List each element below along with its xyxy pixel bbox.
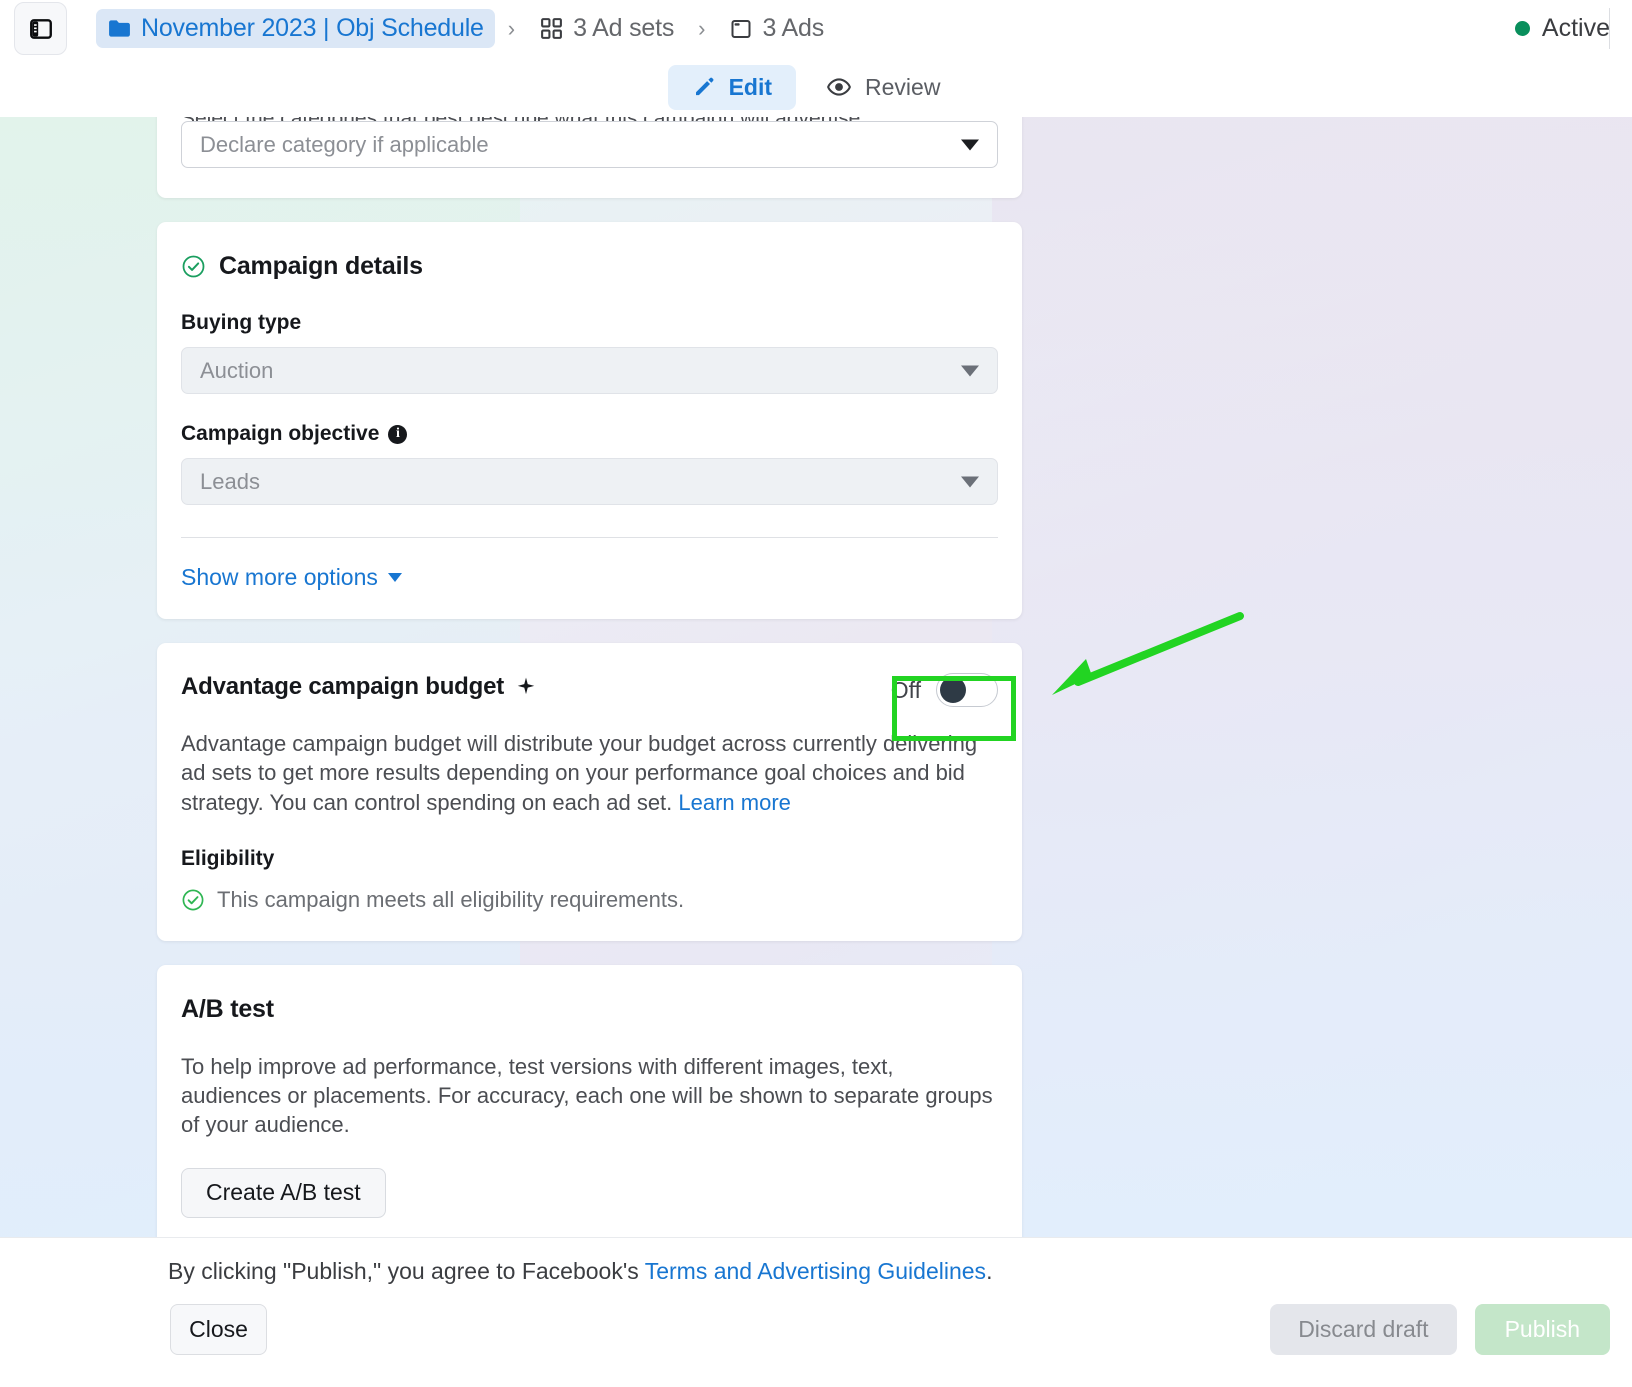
ab-test-card: A/B test To help improve ad performance,… — [157, 964, 1022, 1237]
discard-draft-button[interactable]: Discard draft — [1270, 1304, 1457, 1355]
terms-prefix: By clicking "Publish," you agree to Face… — [168, 1258, 645, 1284]
terms-text: By clicking "Publish," you agree to Face… — [168, 1258, 992, 1285]
buying-type-select[interactable]: Auction — [181, 347, 998, 394]
view-mode-tabs: Edit Review — [0, 57, 1632, 117]
ad-card-icon — [731, 19, 751, 38]
breadcrumb-item-campaign[interactable]: November 2023 | Obj Schedule — [96, 9, 495, 48]
close-button[interactable]: Close — [170, 1304, 267, 1355]
chevron-down-icon — [961, 365, 979, 376]
campaign-status: Active — [1514, 0, 1610, 57]
sidebar-panel-glyph — [29, 18, 52, 39]
special-categories-select-wrap: Declare category if applicable — [157, 121, 1022, 198]
advantage-campaign-budget-toggle-group: Off — [891, 673, 998, 707]
campaign-details-title: Campaign details — [219, 252, 423, 280]
tab-edit[interactable]: Edit — [667, 64, 797, 110]
eligibility-text: This campaign meets all eligibility requ… — [217, 886, 685, 912]
status-dot-icon — [1514, 21, 1530, 36]
campaign-details-divider — [181, 537, 998, 538]
breadcrumb-item-ads[interactable]: 3 Ads — [718, 9, 835, 48]
sidebar-panel-icon[interactable] — [14, 2, 67, 55]
show-more-options-button[interactable]: Show more options — [181, 564, 402, 591]
app-root: November 2023 | Obj Schedule › 3 Ad sets… — [0, 0, 1632, 1387]
publish-button[interactable]: Publish — [1474, 1304, 1610, 1355]
advantage-campaign-budget-toggle[interactable] — [936, 673, 998, 707]
ab-test-title: A/B test — [181, 994, 274, 1023]
advantage-campaign-budget-title: Advantage campaign budget — [181, 673, 505, 700]
chevron-down-icon — [961, 139, 979, 150]
eligibility-row: This campaign meets all eligibility requ… — [181, 887, 998, 913]
chevron-down-icon — [387, 573, 402, 582]
learn-more-link[interactable]: Learn more — [678, 790, 791, 815]
check-circle-icon — [182, 255, 205, 278]
special-categories-card: Select the categories that best describe… — [157, 117, 1022, 198]
breadcrumb: November 2023 | Obj Schedule › 3 Ad sets… — [96, 9, 835, 48]
advantage-campaign-budget-toggle-label: Off — [890, 676, 921, 703]
special-categories-value: Declare category if applicable — [200, 131, 489, 157]
breadcrumb-label-adsets: 3 Ad sets — [573, 14, 675, 42]
campaign-objective-label-text: Campaign objective — [181, 422, 380, 445]
tab-label-edit: Edit — [728, 73, 773, 100]
ab-test-description: To help improve ad performance, test ver… — [181, 1053, 993, 1138]
info-icon[interactable]: i — [388, 424, 408, 444]
tab-label-review: Review — [865, 73, 941, 100]
campaign-objective-field: Campaign objective i Leads — [181, 422, 998, 505]
grid-icon — [541, 18, 563, 39]
footer-actions: Discard draft Publish — [1270, 1304, 1610, 1355]
eligibility-label: Eligibility — [181, 846, 275, 870]
advantage-campaign-budget-description-text: Advantage campaign budget will distribut… — [181, 731, 978, 815]
buying-type-value: Auction — [200, 357, 274, 383]
campaign-details-header: Campaign details — [181, 252, 998, 281]
campaign-details-card: Campaign details Buying type Auction Cam… — [157, 222, 1022, 619]
advantage-campaign-budget-card: Advantage campaign budget Off Advantage … — [157, 643, 1022, 941]
campaign-details-body: Campaign details Buying type Auction Cam… — [157, 222, 1022, 619]
top-bar: November 2023 | Obj Schedule › 3 Ad sets… — [0, 0, 1632, 57]
tab-list: Edit Review — [667, 64, 965, 110]
check-circle-icon — [182, 889, 204, 911]
buying-type-label: Buying type — [181, 311, 998, 335]
eye-icon — [827, 78, 851, 96]
pencil-icon — [695, 77, 713, 96]
create-ab-test-button[interactable]: Create A/B test — [181, 1167, 386, 1218]
breadcrumb-separator-2: › — [698, 15, 706, 41]
advantage-campaign-budget-header: Advantage campaign budget Off — [181, 673, 998, 707]
breadcrumb-label-ads: 3 Ads — [762, 14, 825, 42]
tab-review[interactable]: Review — [802, 65, 964, 110]
show-more-options-label: Show more options — [181, 564, 378, 590]
campaign-objective-value: Leads — [200, 468, 260, 494]
special-categories-select[interactable]: Declare category if applicable — [181, 121, 998, 168]
header-divider — [1609, 8, 1610, 49]
toggle-knob — [940, 677, 966, 703]
footer-bar: By clicking "Publish," you agree to Face… — [0, 1237, 1632, 1387]
ab-test-body: A/B test To help improve ad performance,… — [157, 965, 1022, 1237]
breadcrumb-label-campaign: November 2023 | Obj Schedule — [141, 14, 484, 42]
sparkle-icon — [517, 677, 535, 695]
buying-type-label-text: Buying type — [181, 311, 302, 334]
advantage-campaign-budget-title-group: Advantage campaign budget — [181, 673, 537, 701]
campaign-objective-select[interactable]: Leads — [181, 458, 998, 505]
breadcrumb-separator-1: › — [507, 15, 516, 41]
form-canvas: Select the categories that best describe… — [0, 117, 1632, 1237]
advantage-campaign-budget-description: Advantage campaign budget will distribut… — [181, 729, 998, 817]
status-badge: Active — [1541, 14, 1610, 42]
campaign-objective-label: Campaign objective i — [181, 422, 998, 446]
terms-link[interactable]: Terms and Advertising Guidelines — [645, 1258, 986, 1284]
form-column: Select the categories that best describe… — [157, 117, 1022, 1237]
terms-suffix: . — [986, 1258, 993, 1284]
canvas-right-gradient — [992, 117, 1632, 1237]
buying-type-field: Buying type Auction — [181, 311, 998, 394]
breadcrumb-item-adsets[interactable]: 3 Ad sets — [528, 9, 685, 48]
advantage-campaign-budget-body: Advantage campaign budget Off Advantage … — [157, 643, 1022, 941]
chevron-down-icon — [961, 476, 979, 487]
folder-icon — [109, 20, 130, 37]
